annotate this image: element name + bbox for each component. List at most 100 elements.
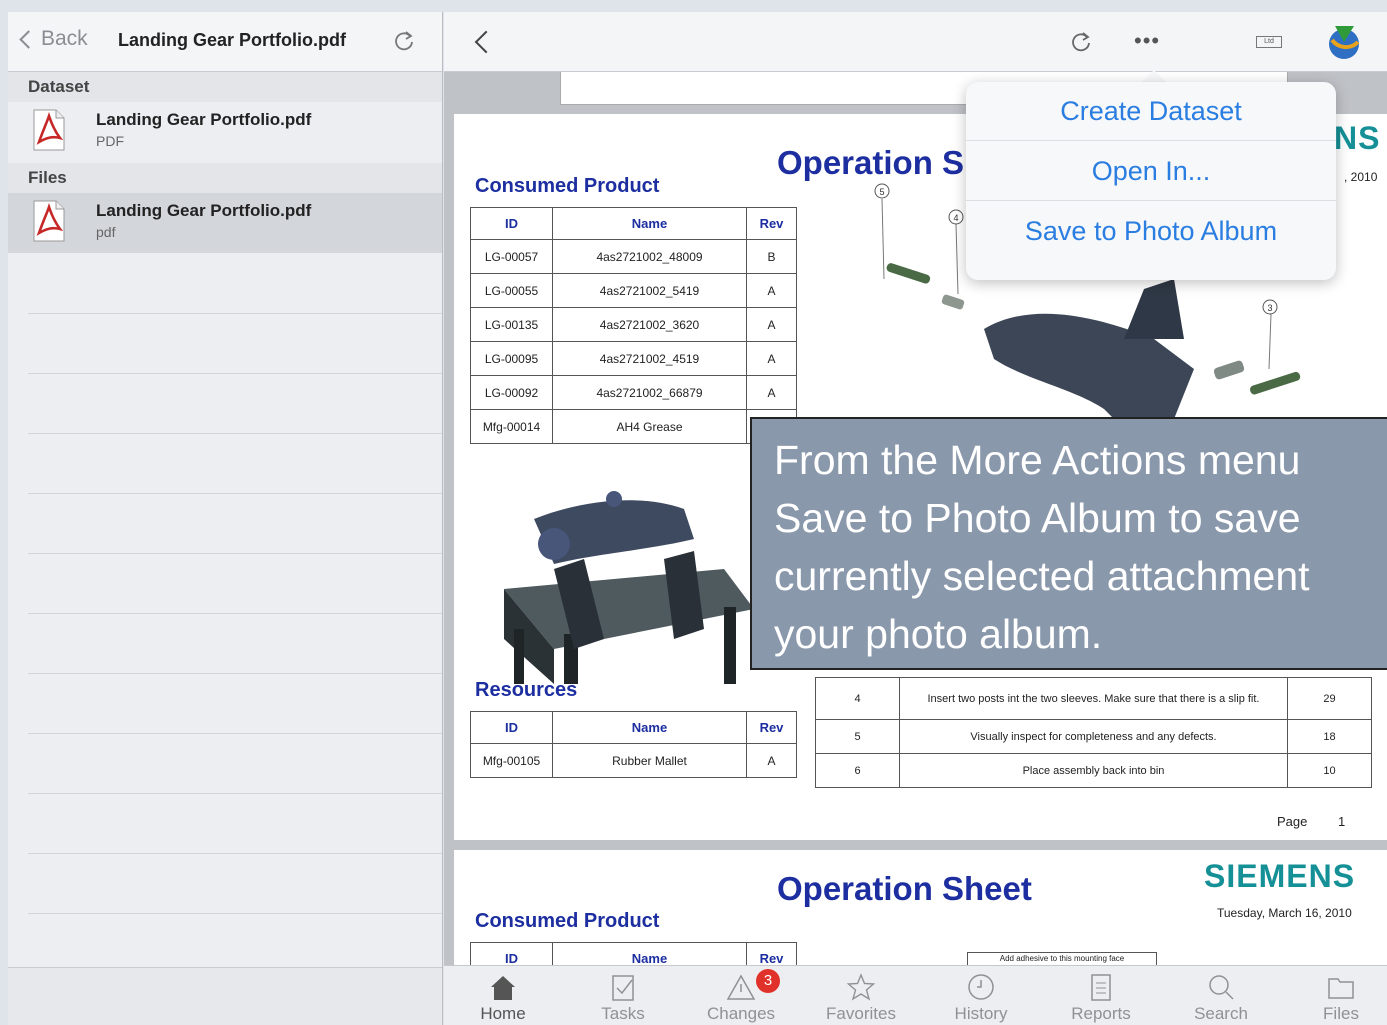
divider <box>28 733 442 734</box>
tab-files[interactable]: Files <box>1282 966 1387 1025</box>
table-cell: Mfg-00105 <box>470 743 553 778</box>
file-type: pdf <box>96 224 116 240</box>
divider <box>28 313 442 314</box>
consumed-product-title: Consumed Product <box>475 910 660 932</box>
table-cell: 5 <box>815 719 900 754</box>
tab-tasks[interactable]: Tasks <box>564 966 682 1025</box>
table-cell: Insert two posts int the two sleeves. Ma… <box>899 677 1288 720</box>
back-label: Back <box>41 27 88 50</box>
table-cell: LG-00095 <box>470 341 553 376</box>
table-row: Mfg-00014 AH4 Grease <box>470 409 797 444</box>
divider <box>28 853 442 854</box>
table-cell: Place assembly back into bin <box>899 753 1288 788</box>
table-cell: Rubber Mallet <box>552 743 747 778</box>
tab-home[interactable]: Home <box>444 966 562 1025</box>
table-header-row: ID Name Rev <box>470 207 797 240</box>
page-number: 1 <box>1338 814 1346 829</box>
back-button[interactable]: Back <box>18 27 88 51</box>
more-actions-button[interactable]: ••• <box>1134 28 1160 54</box>
main-toolbar: ••• Ltd <box>444 12 1387 72</box>
annotation-note: Add adhesive to this mounting face <box>967 952 1157 966</box>
resources-title: Resources <box>475 679 578 701</box>
table-row: LG-00092 4as2721002_66879 A <box>470 375 797 410</box>
tab-changes[interactable]: Changes <box>682 966 800 1025</box>
siemens-logo: NS <box>1334 120 1381 156</box>
page-label: Page <box>1277 814 1308 829</box>
search-icon <box>1209 975 1234 1000</box>
chevron-left-icon[interactable] <box>474 30 498 54</box>
tab-history[interactable]: History <box>922 966 1040 1025</box>
tab-label: Search <box>1194 1004 1248 1023</box>
table-cell: LG-00055 <box>470 273 553 308</box>
callout-text: From the More Actions menu Save to Photo… <box>774 431 1387 663</box>
document-date: Tuesday, March 16, 2010 <box>1217 906 1352 920</box>
sidebar: Back Landing Gear Portfolio.pdf Dataset … <box>8 12 443 1025</box>
table-cell: AH4 Grease <box>552 409 747 444</box>
tab-search[interactable]: Search <box>1162 966 1280 1025</box>
table-cell: A <box>746 273 797 308</box>
table-header-row: ID Name Rev <box>470 711 797 744</box>
table-cell: LG-00135 <box>470 307 553 342</box>
siemens-logo: SIEMENS <box>1204 858 1356 894</box>
table-cell: Visually inspect for completeness and an… <box>899 719 1288 754</box>
callout-line: From the More Actions menu <box>774 437 1301 483</box>
divider <box>28 673 442 674</box>
table-cell: 4as2721002_4519 <box>552 341 747 376</box>
divider <box>28 433 442 434</box>
menu-item-create-dataset[interactable]: Create Dataset <box>966 82 1336 140</box>
table-cell: B <box>746 239 797 274</box>
divider <box>28 793 442 794</box>
tab-bar: Home Tasks Changes Favorites History Rep… <box>444 965 1387 1025</box>
table-cell: 4as2721002_5419 <box>552 273 747 308</box>
table-cell: 4 <box>815 677 900 720</box>
tab-label: Tasks <box>601 1004 645 1023</box>
table-cell: 18 <box>1287 719 1372 754</box>
tab-label: Favorites <box>826 1004 896 1023</box>
section-header-dataset: Dataset <box>8 72 442 102</box>
table-row: LG-00057 4as2721002_48009 B <box>470 239 797 274</box>
refresh-icon[interactable] <box>392 29 416 53</box>
dataset-file-row[interactable]: Landing Gear Portfolio.pdf PDF <box>8 102 442 162</box>
tab-reports[interactable]: Reports <box>1042 966 1160 1025</box>
files-file-row[interactable]: Landing Gear Portfolio.pdf pdf <box>8 193 442 253</box>
table-cell: A <box>746 375 797 410</box>
table-cell: LG-00092 <box>470 375 553 410</box>
operation-title: Operation Sheet <box>777 870 1032 907</box>
file-type: PDF <box>96 133 124 149</box>
divider <box>28 913 442 914</box>
folder-icon <box>1328 978 1354 999</box>
globe-logo-icon[interactable] <box>1324 22 1364 62</box>
callout-line: your photo album. <box>774 611 1103 657</box>
sidebar-title: Landing Gear Portfolio.pdf <box>118 30 346 50</box>
callout-number: 3 <box>1267 303 1272 313</box>
sidebar-footer <box>8 967 442 1025</box>
table-row: 6 Place assembly back into bin 10 <box>815 753 1372 788</box>
document-date: , 2010 <box>1344 170 1378 184</box>
table-row: LG-00055 4as2721002_5419 A <box>470 273 797 308</box>
star-icon <box>846 973 876 1001</box>
column-header: ID <box>470 711 553 744</box>
menu-item-open-in[interactable]: Open In... <box>966 142 1336 200</box>
tab-label: History <box>954 1004 1008 1023</box>
table-row: LG-00135 4as2721002_3620 A <box>470 307 797 342</box>
divider <box>28 613 442 614</box>
tab-label: Reports <box>1071 1004 1131 1023</box>
table-row: LG-00095 4as2721002_4519 A <box>470 341 797 376</box>
callout-number: 4 <box>953 213 958 223</box>
callout-number: 5 <box>879 187 884 197</box>
table-cell: A <box>746 307 797 342</box>
chevron-left-icon <box>19 29 38 49</box>
table-cell: 4as2721002_48009 <box>552 239 747 274</box>
tab-label: Changes <box>706 1004 776 1023</box>
table-cell: Mfg-00014 <box>470 409 553 444</box>
clock-icon <box>968 974 994 1000</box>
column-header: Rev <box>746 711 797 744</box>
refresh-icon[interactable] <box>1069 30 1093 54</box>
more-actions-menu: Create Dataset Open In... Save to Photo … <box>966 82 1336 280</box>
menu-item-save-to-photo-album[interactable]: Save to Photo Album <box>966 202 1336 260</box>
table-cell: 29 <box>1287 677 1372 720</box>
table-cell: 10 <box>1287 753 1372 788</box>
tab-favorites[interactable]: Favorites <box>802 966 920 1025</box>
pdf-icon <box>33 200 65 242</box>
fixture-render-image <box>504 491 754 684</box>
